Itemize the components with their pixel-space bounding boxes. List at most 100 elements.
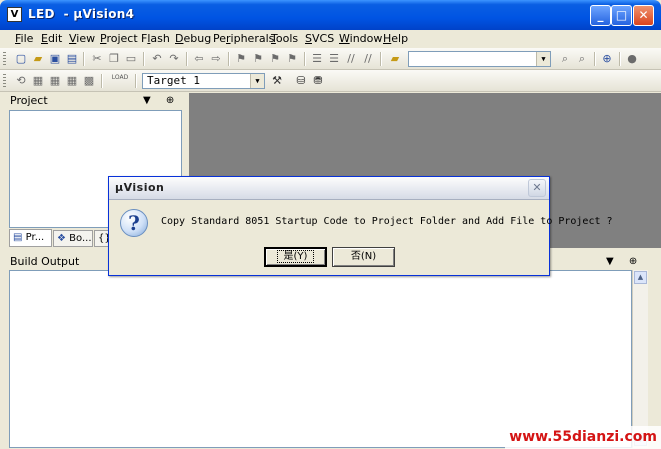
uvision-app-icon[interactable]: V <box>7 7 22 22</box>
stop-build-icon[interactable]: ▩ <box>82 74 96 87</box>
menu-item-text: S <box>305 32 312 45</box>
menu-item-edit[interactable]: Edit <box>41 32 62 45</box>
download-icon[interactable]: LOAD <box>108 74 132 87</box>
yes-button[interactable]: 是(Y) <box>264 247 327 267</box>
menu-item-text: ile <box>20 32 34 45</box>
toolbar-separator <box>619 52 621 66</box>
toolbar-grip[interactable] <box>3 74 6 88</box>
toolbar-separator <box>83 52 85 66</box>
redo-icon[interactable]: ↷ <box>167 52 181 65</box>
tab-books[interactable]: ❖ Bo... <box>53 230 93 247</box>
bookmark-prev-icon[interactable]: ⚑ <box>251 52 265 65</box>
zoom-icon[interactable]: ⊕ <box>600 52 614 65</box>
nav-forward-icon[interactable]: ⇨ <box>209 52 223 65</box>
new-file-icon[interactable]: ▢ <box>14 52 28 65</box>
dialog-close-icon[interactable]: ✕ <box>528 179 546 197</box>
dialog-message: Copy Standard 8051 Startup Code to Proje… <box>161 216 613 227</box>
chevron-down-icon[interactable]: ▼ <box>536 52 550 66</box>
bookmark-toggle-icon[interactable]: ⚑ <box>234 52 248 65</box>
menu-item-text: roject <box>106 32 138 45</box>
manage-components-icon[interactable]: ⛁ <box>294 74 308 87</box>
no-button[interactable]: 否(N) <box>332 247 395 267</box>
chevron-down-icon[interactable]: ▼ <box>250 74 264 88</box>
dialog-title-bar[interactable]: µVision ✕ <box>109 177 549 200</box>
toolbar-separator <box>380 52 382 66</box>
build-output-title: Build Output <box>10 255 80 268</box>
menu-item-text: iew <box>76 32 96 45</box>
question-icon: ? <box>120 209 148 237</box>
menu-item-window[interactable]: Window <box>339 32 382 45</box>
menu-item-text: ools <box>275 32 299 45</box>
toolbar-grip[interactable] <box>3 52 6 66</box>
toolbar-separator <box>304 52 306 66</box>
menu-bar: File Edit View Project Flash Debug Peripherals… <box>0 30 661 47</box>
menu-item-flash[interactable]: Flash <box>141 32 170 45</box>
batch-build-icon[interactable]: ▦ <box>65 74 79 87</box>
tab-project[interactable]: ▤ Pr... <box>9 229 52 247</box>
menu-item-svcs[interactable]: SVCS <box>305 32 334 45</box>
title-bar[interactable]: V LED - µVision4 _ □ ✕ <box>0 0 661 30</box>
uncomment-icon[interactable]: // <box>361 52 375 65</box>
toolbar-separator <box>135 74 137 88</box>
close-button[interactable]: ✕ <box>633 5 654 26</box>
find-combo[interactable]: ▼ <box>408 51 551 67</box>
yes-button-label: 是(Y) <box>276 250 315 263</box>
indent-icon[interactable]: ☰ <box>310 52 324 65</box>
menu-item-help[interactable]: Help <box>383 32 408 45</box>
menu-item-peripherals[interactable]: Peripherals <box>213 32 274 45</box>
find-icon[interactable]: ⌕ <box>575 52 589 65</box>
menu-item-text: ipherals <box>230 32 275 45</box>
save-all-icon[interactable]: ▤ <box>65 52 79 65</box>
comment-icon[interactable]: // <box>344 52 358 65</box>
build-output-scrollbar[interactable]: ▲ ▼ <box>632 270 648 448</box>
target-select[interactable]: Target 1 ▼ <box>142 73 265 89</box>
tab-books-label: Bo... <box>69 233 92 244</box>
no-button-label: 否(N) <box>350 251 377 262</box>
menu-item-file[interactable]: File <box>15 32 33 45</box>
manage-environment-icon[interactable]: ⛃ <box>311 74 325 87</box>
toolbar-separator <box>228 52 230 66</box>
bookmark-clear-icon[interactable]: ⚑ <box>285 52 299 65</box>
menu-item-project[interactable]: Project <box>100 32 138 45</box>
rebuild-icon[interactable]: ▦ <box>48 74 62 87</box>
save-icon[interactable]: ▣ <box>48 52 62 65</box>
nav-back-icon[interactable]: ⇦ <box>192 52 206 65</box>
menu-item-text: elp <box>391 32 409 45</box>
copy-icon[interactable]: ❐ <box>107 52 121 65</box>
configure-icon[interactable]: ● <box>625 52 639 65</box>
scroll-up-icon[interactable]: ▲ <box>634 271 647 284</box>
dialog-title: µVision <box>115 181 165 194</box>
unindent-icon[interactable]: ☰ <box>327 52 341 65</box>
project-pane-header: Project ▼ ⊕ ✕ <box>0 92 183 123</box>
build-toolbar: ⟲ ▦ ▦ ▦ ▩ LOAD Target 1 ▼ ⚒ ⛁ ⛃ <box>0 70 661 92</box>
books-tab-icon: ❖ <box>57 233 66 244</box>
cut-icon[interactable]: ✂ <box>90 52 104 65</box>
minimize-button[interactable]: _ <box>590 5 611 26</box>
project-tab-icon: ▤ <box>13 232 23 243</box>
translate-icon[interactable]: ⟲ <box>14 74 28 87</box>
maximize-button[interactable]: □ <box>611 5 632 26</box>
menu-item-text: indow <box>349 32 383 45</box>
load-label: LOAD <box>111 74 129 81</box>
menu-item-text: VCS <box>311 32 335 45</box>
bookmark-next-icon[interactable]: ⚑ <box>268 52 282 65</box>
toolbar-separator <box>143 52 145 66</box>
menu-item-text: E <box>41 32 48 45</box>
undo-icon[interactable]: ↶ <box>150 52 164 65</box>
target-options-icon[interactable]: ⚒ <box>270 74 284 87</box>
menu-item-tools[interactable]: Tools <box>271 32 298 45</box>
paste-icon[interactable]: ▭ <box>124 52 138 65</box>
build-icon[interactable]: ▦ <box>31 74 45 87</box>
find-in-files-icon[interactable]: ▰ <box>388 52 402 65</box>
incremental-find-icon[interactable]: ⌕ <box>558 52 572 65</box>
menu-item-text: ash <box>150 32 170 45</box>
target-select-value: Target 1 <box>147 74 200 87</box>
open-file-icon[interactable]: ▰ <box>31 52 45 65</box>
menu-item-debug[interactable]: Debug <box>175 32 211 45</box>
menu-item-text: Pe <box>213 32 227 45</box>
toolbar-separator <box>101 74 103 88</box>
menu-item-text: dit <box>47 32 63 45</box>
toolbar-separator <box>594 52 596 66</box>
build-output-text[interactable] <box>9 270 632 448</box>
menu-item-view[interactable]: View <box>69 32 95 45</box>
